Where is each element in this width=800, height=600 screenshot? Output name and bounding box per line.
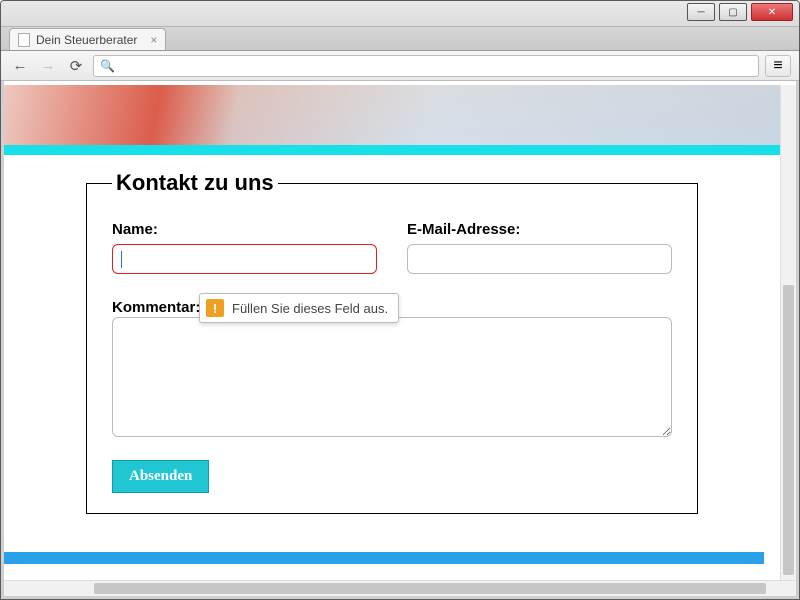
horizontal-scroll-thumb[interactable]	[94, 583, 766, 594]
name-label: Name:	[112, 221, 377, 238]
os-window: ─ ▢ ✕ Dein Steuerberater × ← → ⟳ 🔍 ≡ Kon…	[0, 0, 800, 600]
vertical-scrollbar[interactable]	[780, 85, 796, 580]
name-input[interactable]	[112, 244, 377, 274]
warning-icon: !	[206, 299, 224, 317]
text-caret	[121, 251, 122, 268]
horizontal-scrollbar[interactable]	[4, 580, 796, 596]
address-bar[interactable]: 🔍	[93, 55, 759, 77]
window-minimize-button[interactable]: ─	[687, 3, 715, 21]
footer-accent-bar	[4, 552, 764, 564]
vertical-scroll-thumb[interactable]	[783, 285, 794, 575]
window-maximize-button[interactable]: ▢	[719, 3, 747, 21]
window-close-button[interactable]: ✕	[751, 3, 793, 21]
back-button[interactable]: ←	[9, 55, 31, 77]
submit-button[interactable]: Absenden	[112, 460, 209, 493]
hero-accent-bar	[4, 145, 780, 155]
page-icon	[18, 33, 30, 47]
forward-button[interactable]: →	[37, 55, 59, 77]
form-legend: Kontakt zu uns	[112, 170, 278, 196]
page-content: Kontakt zu uns Name: E-Mail-Adresse:	[4, 85, 780, 580]
browser-tab-strip: Dein Steuerberater ×	[1, 27, 799, 51]
page-viewport: Kontakt zu uns Name: E-Mail-Adresse:	[4, 85, 796, 596]
search-icon: 🔍	[100, 59, 115, 73]
email-label: E-Mail-Adresse:	[407, 221, 672, 238]
hero-image	[4, 85, 780, 145]
tab-title: Dein Steuerberater	[36, 33, 137, 47]
browser-menu-button[interactable]: ≡	[765, 55, 791, 77]
validation-message: Füllen Sie dieses Feld aus.	[232, 301, 388, 316]
tab-close-icon[interactable]: ×	[150, 33, 157, 47]
comment-label: Kommentar:	[112, 299, 200, 316]
validation-tooltip: ! Füllen Sie dieses Feld aus.	[199, 293, 399, 323]
browser-tab[interactable]: Dein Steuerberater ×	[9, 28, 166, 50]
reload-button[interactable]: ⟳	[65, 55, 87, 77]
browser-toolbar: ← → ⟳ 🔍 ≡	[1, 51, 799, 81]
comment-textarea[interactable]	[112, 317, 672, 437]
email-input[interactable]	[407, 244, 672, 274]
window-title-bar: ─ ▢ ✕	[1, 1, 799, 27]
contact-fieldset: Kontakt zu uns Name: E-Mail-Adresse:	[86, 170, 698, 514]
